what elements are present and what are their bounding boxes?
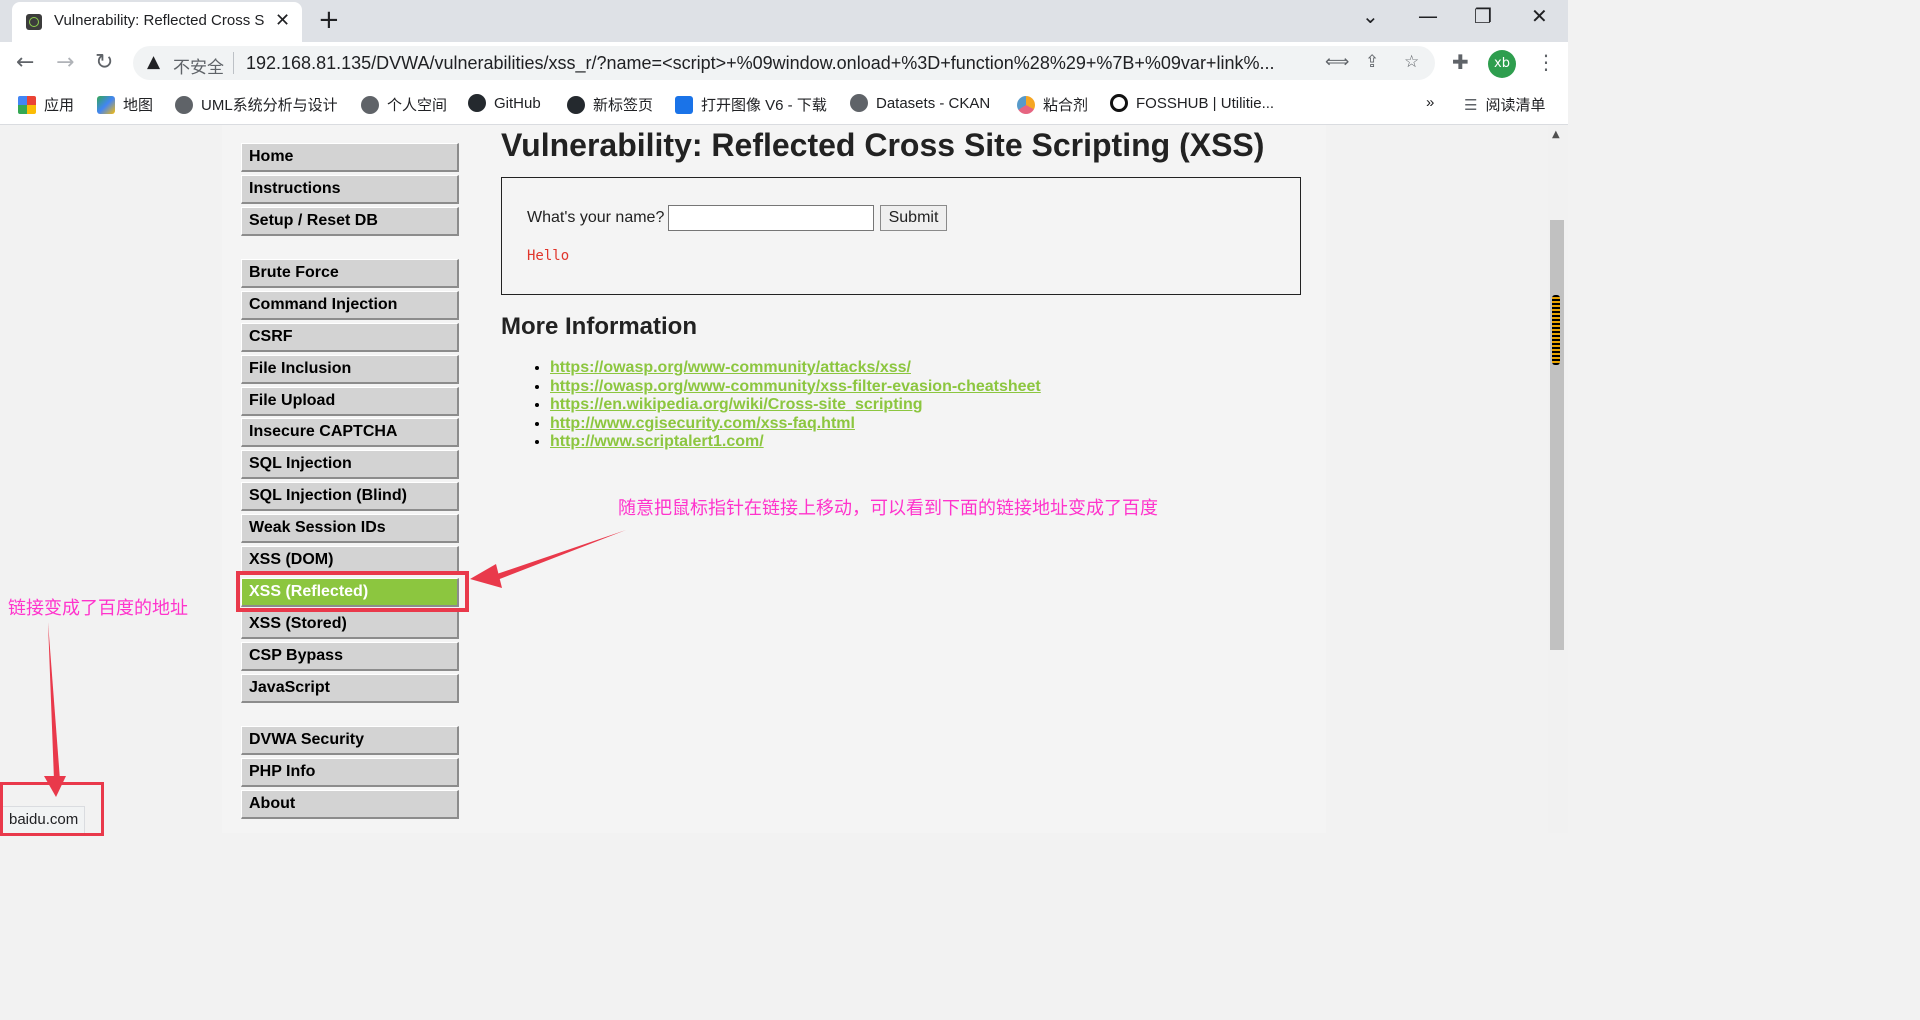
annotation-status-highlight (0, 782, 104, 836)
arrow-to-menu-head (470, 564, 502, 588)
arrow-to-menu-shaft (488, 530, 626, 582)
arrow-to-status-shaft (48, 622, 60, 780)
annotation-arrows (44, 530, 626, 797)
